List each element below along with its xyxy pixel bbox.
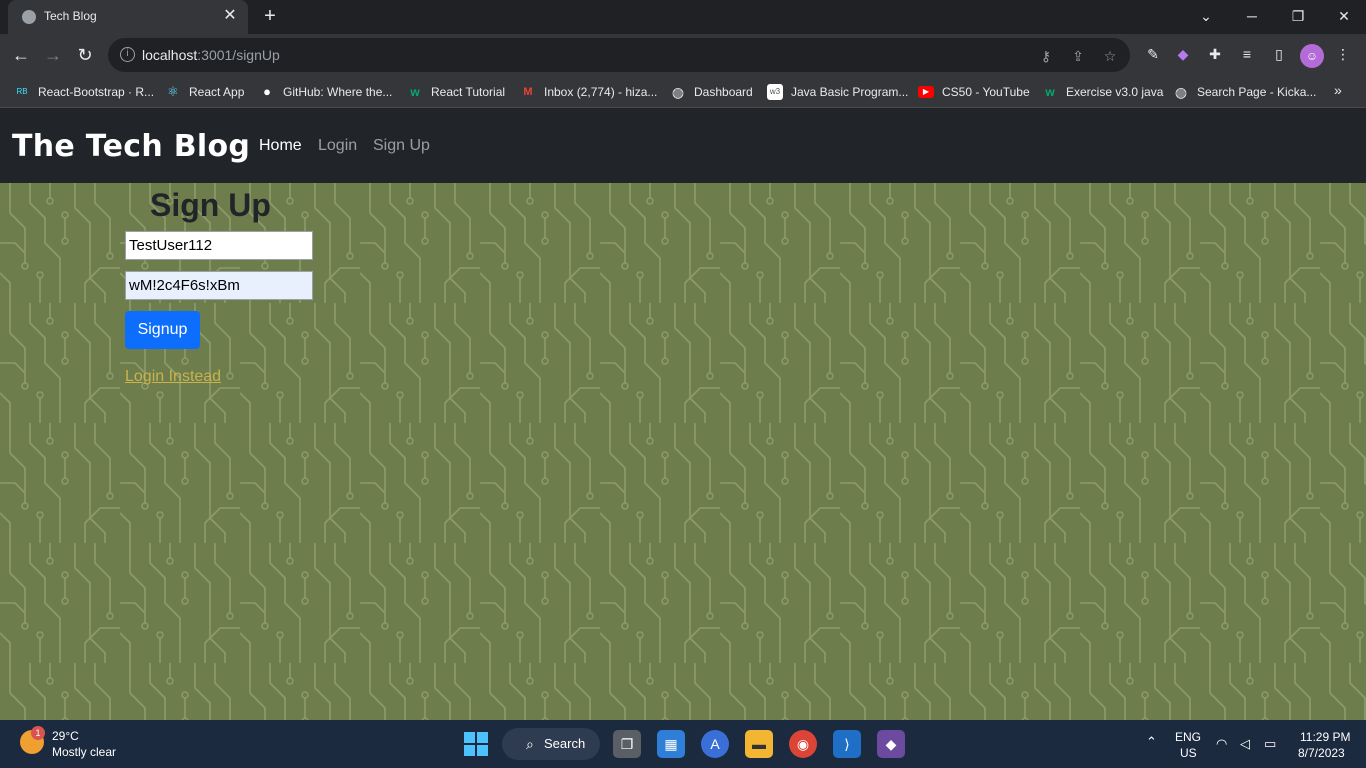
purple-extension-icon[interactable]: ◆ xyxy=(1172,43,1194,65)
globe-icon: ◍ xyxy=(671,84,685,100)
weather-notification-badge: 1 xyxy=(31,726,45,740)
w3schools-icon: w xyxy=(1045,85,1055,99)
reload-button[interactable]: ↻ xyxy=(72,42,98,68)
github-icon: ● xyxy=(263,84,271,99)
battery-icon[interactable]: ▭ xyxy=(1264,736,1276,752)
bookmark-item[interactable]: w3 Java Basic Program... xyxy=(767,83,908,101)
web-page: The Tech Blog Home Login Sign Up Sign Up… xyxy=(0,109,1366,720)
url-text[interactable]: localhost:3001/signUp xyxy=(142,47,280,63)
wifi-icon[interactable]: ◠ xyxy=(1216,736,1227,752)
new-tab-button[interactable]: + xyxy=(258,5,282,29)
volume-icon[interactable]: ◁ xyxy=(1240,736,1250,752)
more-bookmarks-icon[interactable]: » xyxy=(1334,82,1342,98)
windows-taskbar: 1 29°C Mostly clear ⌕ Search ❐ ▦ A ▬ ◉ ⟩… xyxy=(0,720,1366,768)
login-instead-link[interactable]: Login Instead xyxy=(125,368,221,386)
clock-date[interactable]: 8/7/2023 xyxy=(1298,746,1345,760)
signup-button[interactable]: Signup xyxy=(125,311,200,349)
input-region[interactable]: US xyxy=(1180,746,1197,760)
nav-signup-link[interactable]: Sign Up xyxy=(373,137,430,155)
profile-avatar[interactable]: ☺ xyxy=(1300,44,1324,68)
app-icon[interactable]: A xyxy=(701,730,729,758)
clock-time[interactable]: 11:29 PM xyxy=(1300,730,1350,744)
youtube-icon: ▶ xyxy=(918,86,934,98)
bookmark-star-icon[interactable]: ☆ xyxy=(1100,46,1120,66)
bookmarks-bar: RB React-Bootstrap · R... ⚛ React App ● Git… xyxy=(0,76,1366,108)
w3r-icon: w3 xyxy=(767,84,783,100)
chrome-icon[interactable]: ◉ xyxy=(789,730,817,758)
git-client-icon[interactable]: ◆ xyxy=(877,730,905,758)
nav-login-link[interactable]: Login xyxy=(318,137,357,155)
react-bootstrap-icon: RB xyxy=(16,87,28,96)
weather-condition[interactable]: Mostly clear xyxy=(52,745,116,759)
tab-title: Tech Blog xyxy=(44,9,97,23)
password-input[interactable] xyxy=(125,271,313,300)
microsoft-store-icon[interactable]: ▦ xyxy=(657,730,685,758)
bookmark-item[interactable]: RB React-Bootstrap · R... xyxy=(14,83,154,101)
browser-tab-strip: Tech Blog ✕ + ⌄ ─ ❐ ✕ xyxy=(0,0,1366,34)
weather-temperature[interactable]: 29°C xyxy=(52,729,79,743)
tab-search-icon[interactable]: ⌄ xyxy=(1184,4,1228,28)
start-button[interactable] xyxy=(464,732,488,756)
window-close-button[interactable]: ✕ xyxy=(1322,4,1366,28)
signup-page-content: Sign Up Signup Login Instead xyxy=(0,183,1366,720)
close-tab-icon[interactable]: ✕ xyxy=(220,6,240,26)
restore-button[interactable]: ❐ xyxy=(1276,4,1320,28)
site-navbar: The Tech Blog Home Login Sign Up xyxy=(0,109,1366,183)
back-button[interactable]: ← xyxy=(8,42,34,68)
forward-button[interactable]: → xyxy=(40,42,66,68)
gmail-icon: M xyxy=(523,86,533,98)
bookmark-item[interactable]: M Inbox (2,774) - hiza... xyxy=(520,83,657,101)
bookmark-item[interactable]: ◍ Dashboard xyxy=(670,83,753,101)
file-explorer-icon[interactable]: ▬ xyxy=(745,730,773,758)
eyedropper-extension-icon[interactable]: ✎ xyxy=(1142,43,1164,65)
bookmark-item[interactable]: ◍ Search Page - Kicka... xyxy=(1173,83,1317,101)
minimize-button[interactable]: ─ xyxy=(1230,4,1274,28)
search-icon: ⌕ xyxy=(526,736,534,752)
bookmark-item[interactable]: w Exercise v3.0 java xyxy=(1042,83,1163,101)
nav-home-link[interactable]: Home xyxy=(259,137,302,155)
browser-toolbar: ← → ↻ i localhost:3001/signUp ⚷ ⇪ ☆ ✎ ◆ … xyxy=(0,34,1366,76)
globe-icon: ◍ xyxy=(1174,84,1188,100)
chrome-menu-icon[interactable]: ⋮ xyxy=(1332,43,1354,65)
circuit-background xyxy=(0,183,1366,720)
reading-list-icon[interactable]: ≡ xyxy=(1236,43,1258,65)
side-panel-icon[interactable]: ▯ xyxy=(1268,43,1290,65)
input-language[interactable]: ENG xyxy=(1175,730,1201,744)
w3schools-icon: w xyxy=(410,85,420,99)
browser-tab[interactable]: Tech Blog ✕ xyxy=(8,0,248,34)
share-icon[interactable]: ⇪ xyxy=(1068,46,1088,66)
bookmark-item[interactable]: w React Tutorial xyxy=(407,83,505,101)
taskbar-search[interactable]: ⌕ Search xyxy=(502,728,600,760)
task-view-icon[interactable]: ❐ xyxy=(613,730,641,758)
show-hidden-icons[interactable]: ⌃ xyxy=(1146,734,1157,750)
react-icon: ⚛ xyxy=(167,84,179,99)
signup-heading: Sign Up xyxy=(150,187,271,223)
vscode-icon[interactable]: ⟩ xyxy=(833,730,861,758)
key-icon[interactable]: ⚷ xyxy=(1036,46,1056,66)
bookmark-item[interactable]: ⚛ React App xyxy=(165,83,244,101)
bookmark-item[interactable]: ▶ CS50 - YouTube xyxy=(918,83,1030,101)
globe-icon xyxy=(22,10,36,24)
site-info-icon[interactable]: i xyxy=(120,47,135,62)
address-bar[interactable]: i localhost:3001/signUp ⚷ ⇪ ☆ xyxy=(108,38,1130,72)
site-brand[interactable]: The Tech Blog xyxy=(12,129,250,164)
extensions-puzzle-icon[interactable]: ✚ xyxy=(1204,43,1226,65)
username-input[interactable] xyxy=(125,231,313,260)
bookmark-item[interactable]: ● GitHub: Where the... xyxy=(259,83,392,101)
